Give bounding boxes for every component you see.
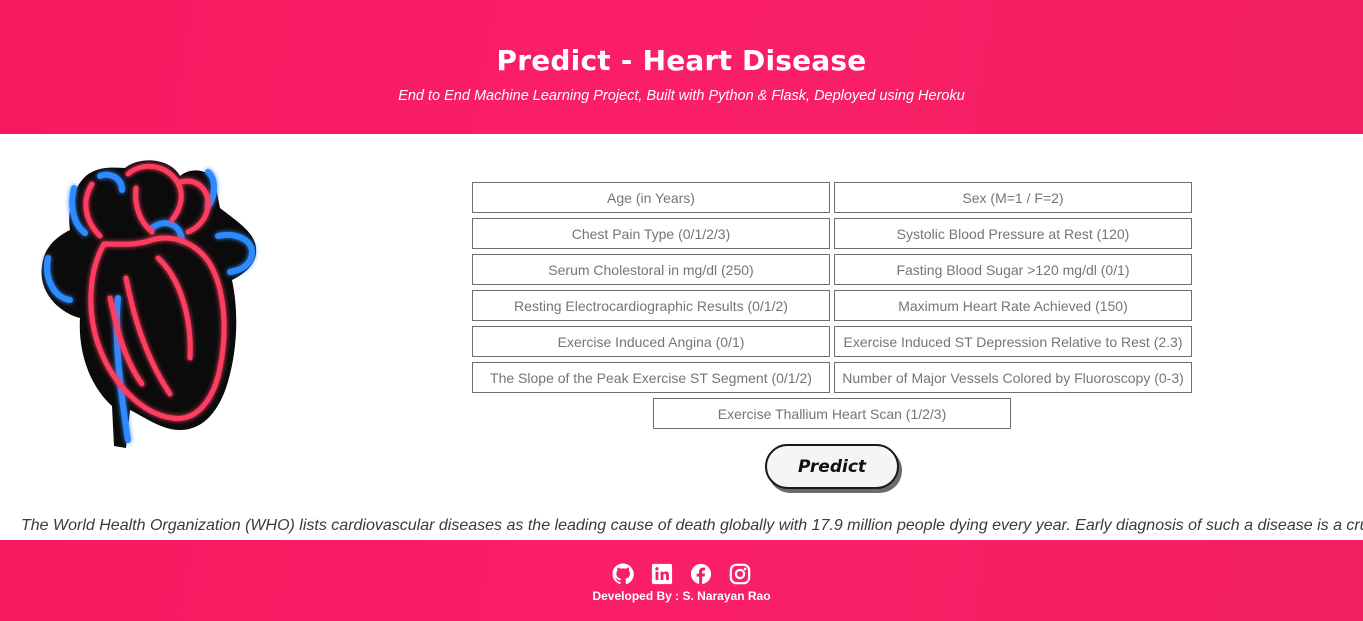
social-links bbox=[0, 563, 1363, 585]
resting-blood-pressure-input[interactable] bbox=[834, 218, 1192, 249]
fasting-blood-sugar-input[interactable] bbox=[834, 254, 1192, 285]
chest-pain-type-input[interactable] bbox=[472, 218, 830, 249]
predict-button[interactable]: Predict bbox=[765, 444, 899, 489]
major-vessels-input[interactable] bbox=[834, 362, 1192, 393]
sex-input[interactable] bbox=[834, 182, 1192, 213]
thallium-scan-input[interactable] bbox=[653, 398, 1011, 429]
linkedin-icon[interactable] bbox=[651, 563, 673, 585]
facebook-icon[interactable] bbox=[690, 563, 712, 585]
age-input[interactable] bbox=[472, 182, 830, 213]
github-icon[interactable] bbox=[612, 563, 634, 585]
neon-heart-illustration bbox=[30, 148, 270, 458]
footer: Developed By : S. Narayan Rao bbox=[0, 540, 1363, 621]
header-banner: Predict - Heart Disease End to End Machi… bbox=[0, 0, 1363, 134]
cholesterol-input[interactable] bbox=[472, 254, 830, 285]
info-marquee: The World Health Organization (WHO) list… bbox=[0, 516, 1363, 538]
marquee-text: The World Health Organization (WHO) list… bbox=[21, 517, 1363, 534]
resting-ecg-input[interactable] bbox=[472, 290, 830, 321]
st-depression-input[interactable] bbox=[834, 326, 1192, 357]
max-heart-rate-input[interactable] bbox=[834, 290, 1192, 321]
st-slope-input[interactable] bbox=[472, 362, 830, 393]
page-subtitle: End to End Machine Learning Project, Bui… bbox=[398, 88, 965, 104]
developer-credit: Developed By : S. Narayan Rao bbox=[592, 589, 771, 603]
instagram-icon[interactable] bbox=[729, 563, 751, 585]
page-title: Predict - Heart Disease bbox=[496, 44, 867, 77]
exercise-angina-input[interactable] bbox=[472, 326, 830, 357]
